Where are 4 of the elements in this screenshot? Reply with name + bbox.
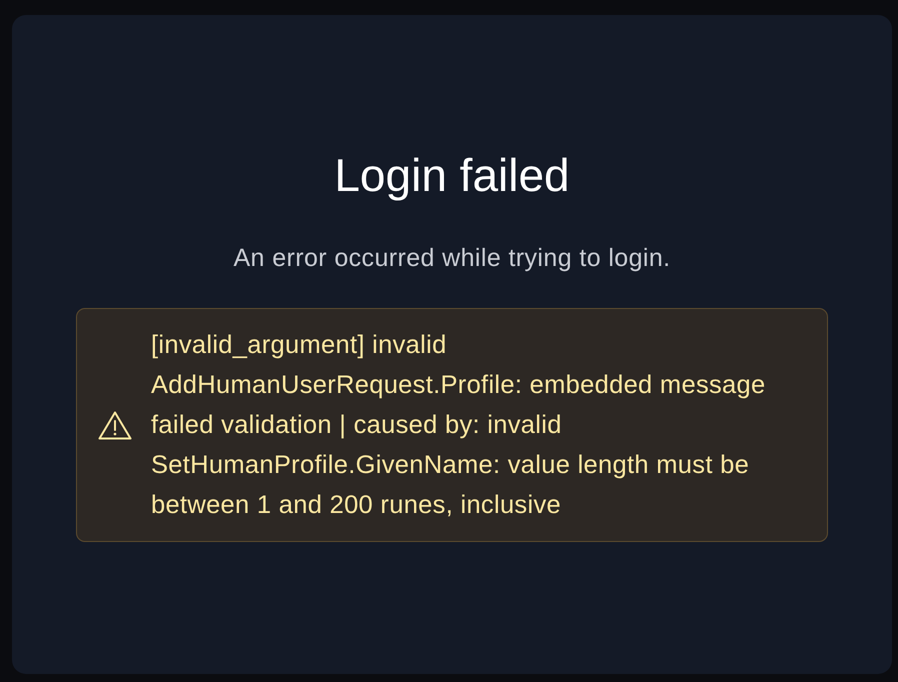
error-subtitle: An error occurred while trying to login. bbox=[232, 243, 672, 274]
warning-icon bbox=[98, 410, 132, 440]
page-title: Login failed bbox=[333, 148, 571, 202]
error-message: [invalid_argument] invalid AddHumanUserRequest.Profile: embedded message failed validation | caused by: invalid SetHumanProfile.GivenName: value length must be between 1 and 200 runes, inclusive bbox=[151, 330, 766, 521]
